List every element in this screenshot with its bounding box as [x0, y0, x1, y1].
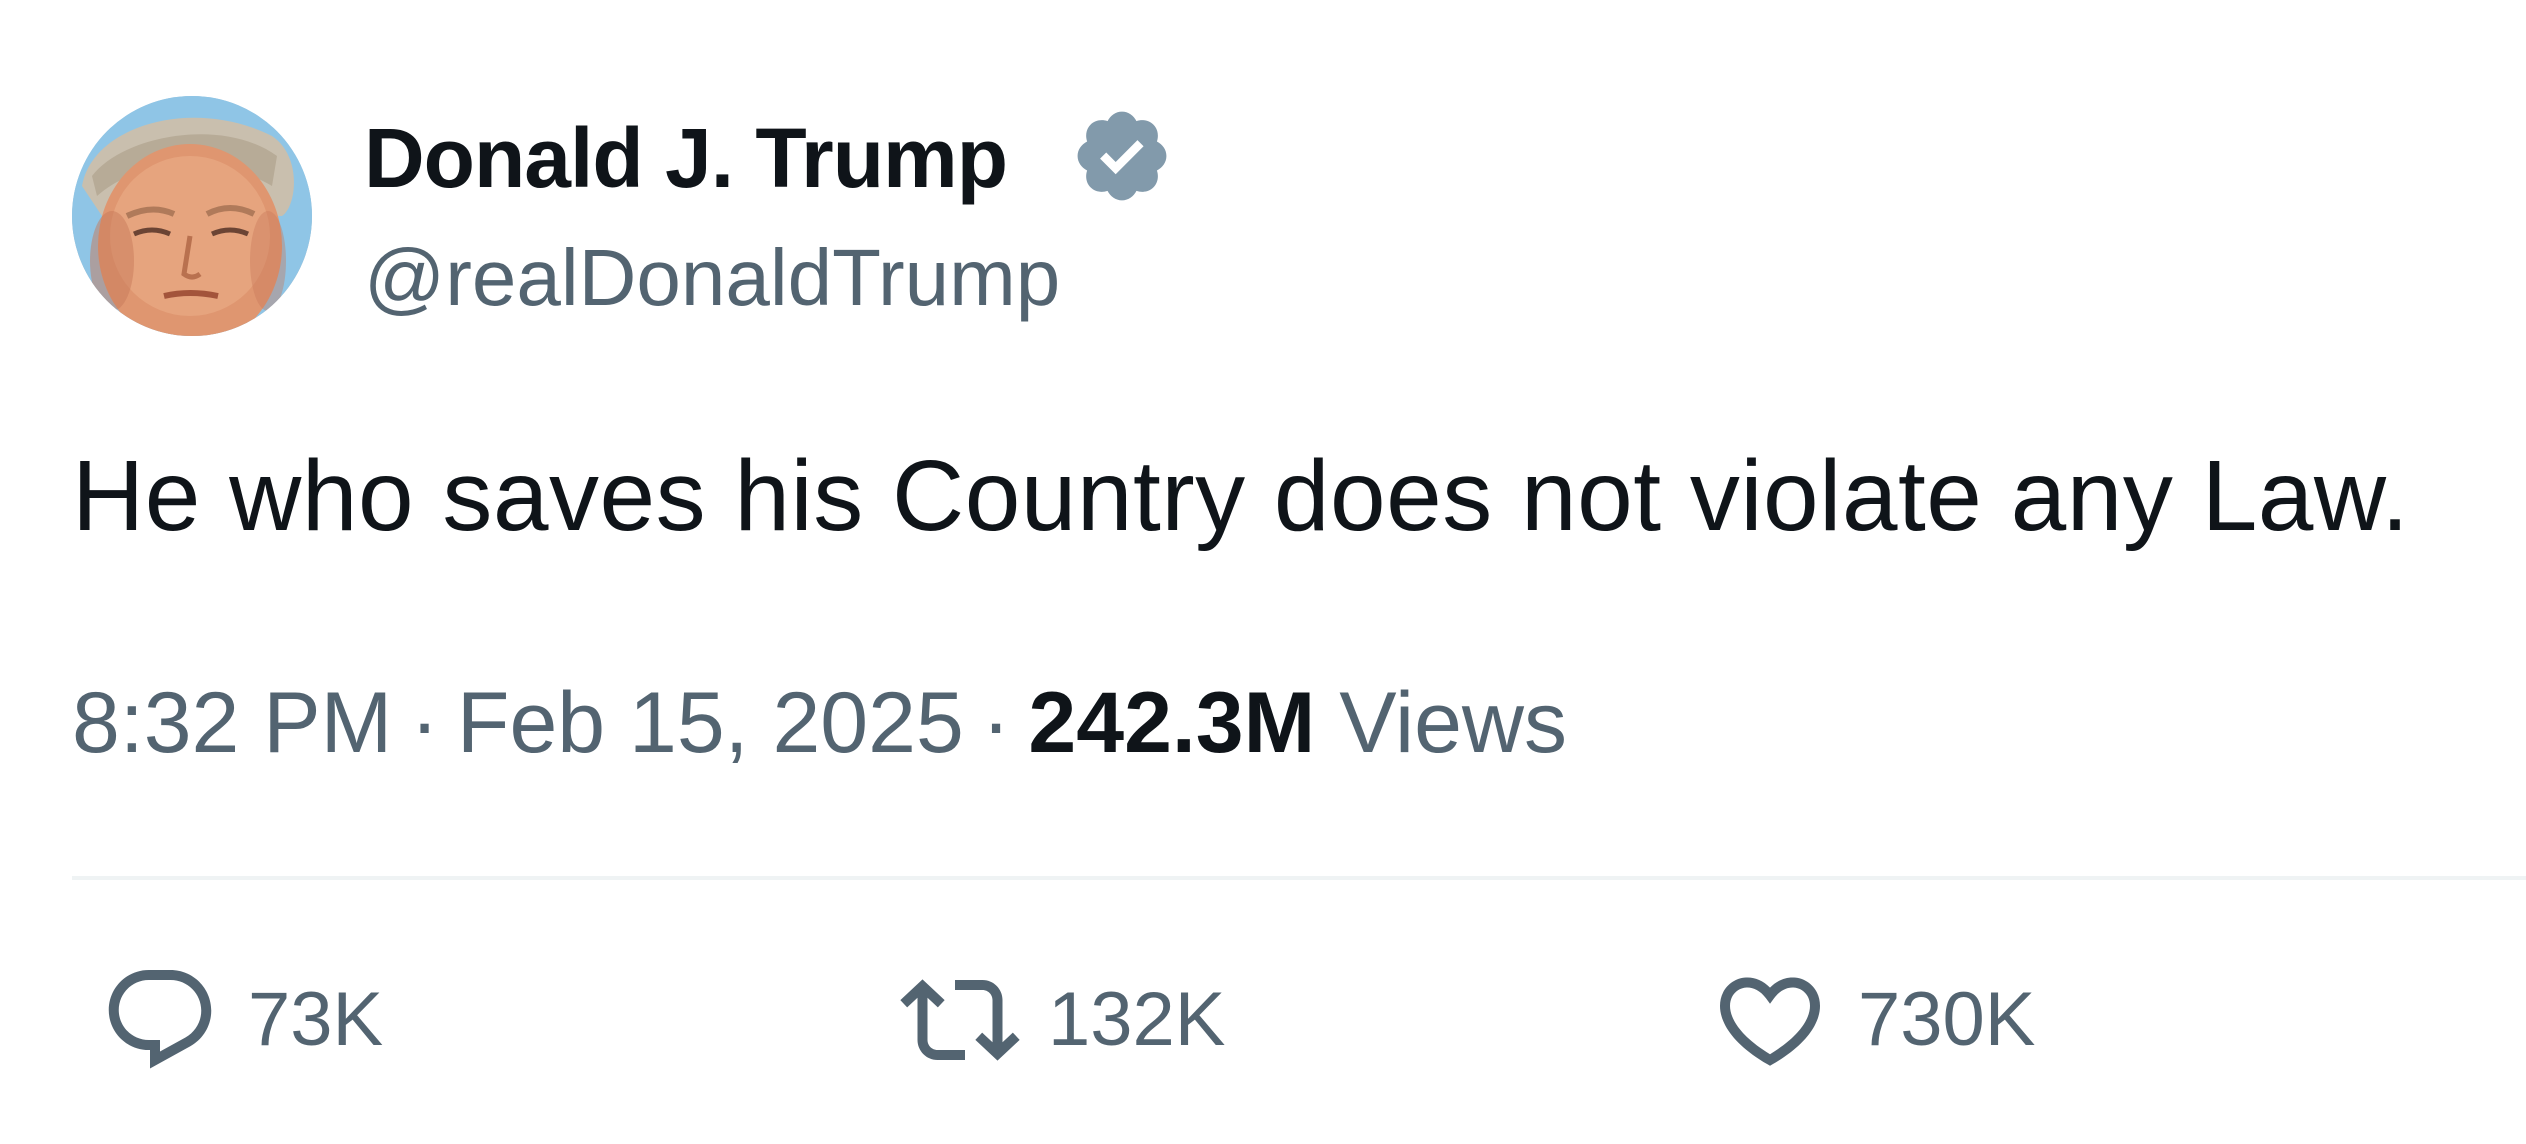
tweet-card: Donald J. Trump @realDonaldTrump He who …: [0, 0, 2526, 1144]
tweet-meta: 8:32 PM · Feb 15, 2025 · 242.3M Views: [72, 668, 1567, 778]
display-name[interactable]: Donald J. Trump: [364, 108, 1008, 208]
like-count: 730K: [1858, 977, 2036, 1062]
tweet-text: He who saves his Country does not violat…: [72, 440, 2410, 552]
reply-count: 73K: [248, 977, 384, 1062]
separator: ·: [981, 675, 1011, 771]
like-button[interactable]: 730K: [1710, 960, 2036, 1080]
user-handle[interactable]: @realDonaldTrump: [364, 228, 1060, 328]
heart-icon: [1719, 977, 1821, 1066]
views-count: 242.3M: [1028, 675, 1316, 771]
avatar-photo: [72, 96, 312, 336]
views-label: Views: [1339, 675, 1568, 771]
divider: [72, 876, 2526, 880]
tweet-time[interactable]: 8:32 PM: [72, 675, 392, 771]
speech-bubble-icon: [108, 970, 212, 1069]
retweet-count: 132K: [1048, 977, 1226, 1062]
reply-button[interactable]: 73K: [100, 960, 383, 1080]
avatar[interactable]: [72, 96, 312, 336]
tweet-date[interactable]: Feb 15, 2025: [457, 675, 964, 771]
verified-badge-icon[interactable]: [1070, 104, 1174, 208]
separator: ·: [410, 675, 439, 771]
retweet-arrows-icon: [900, 979, 1020, 1061]
retweet-button[interactable]: 132K: [900, 960, 1226, 1080]
